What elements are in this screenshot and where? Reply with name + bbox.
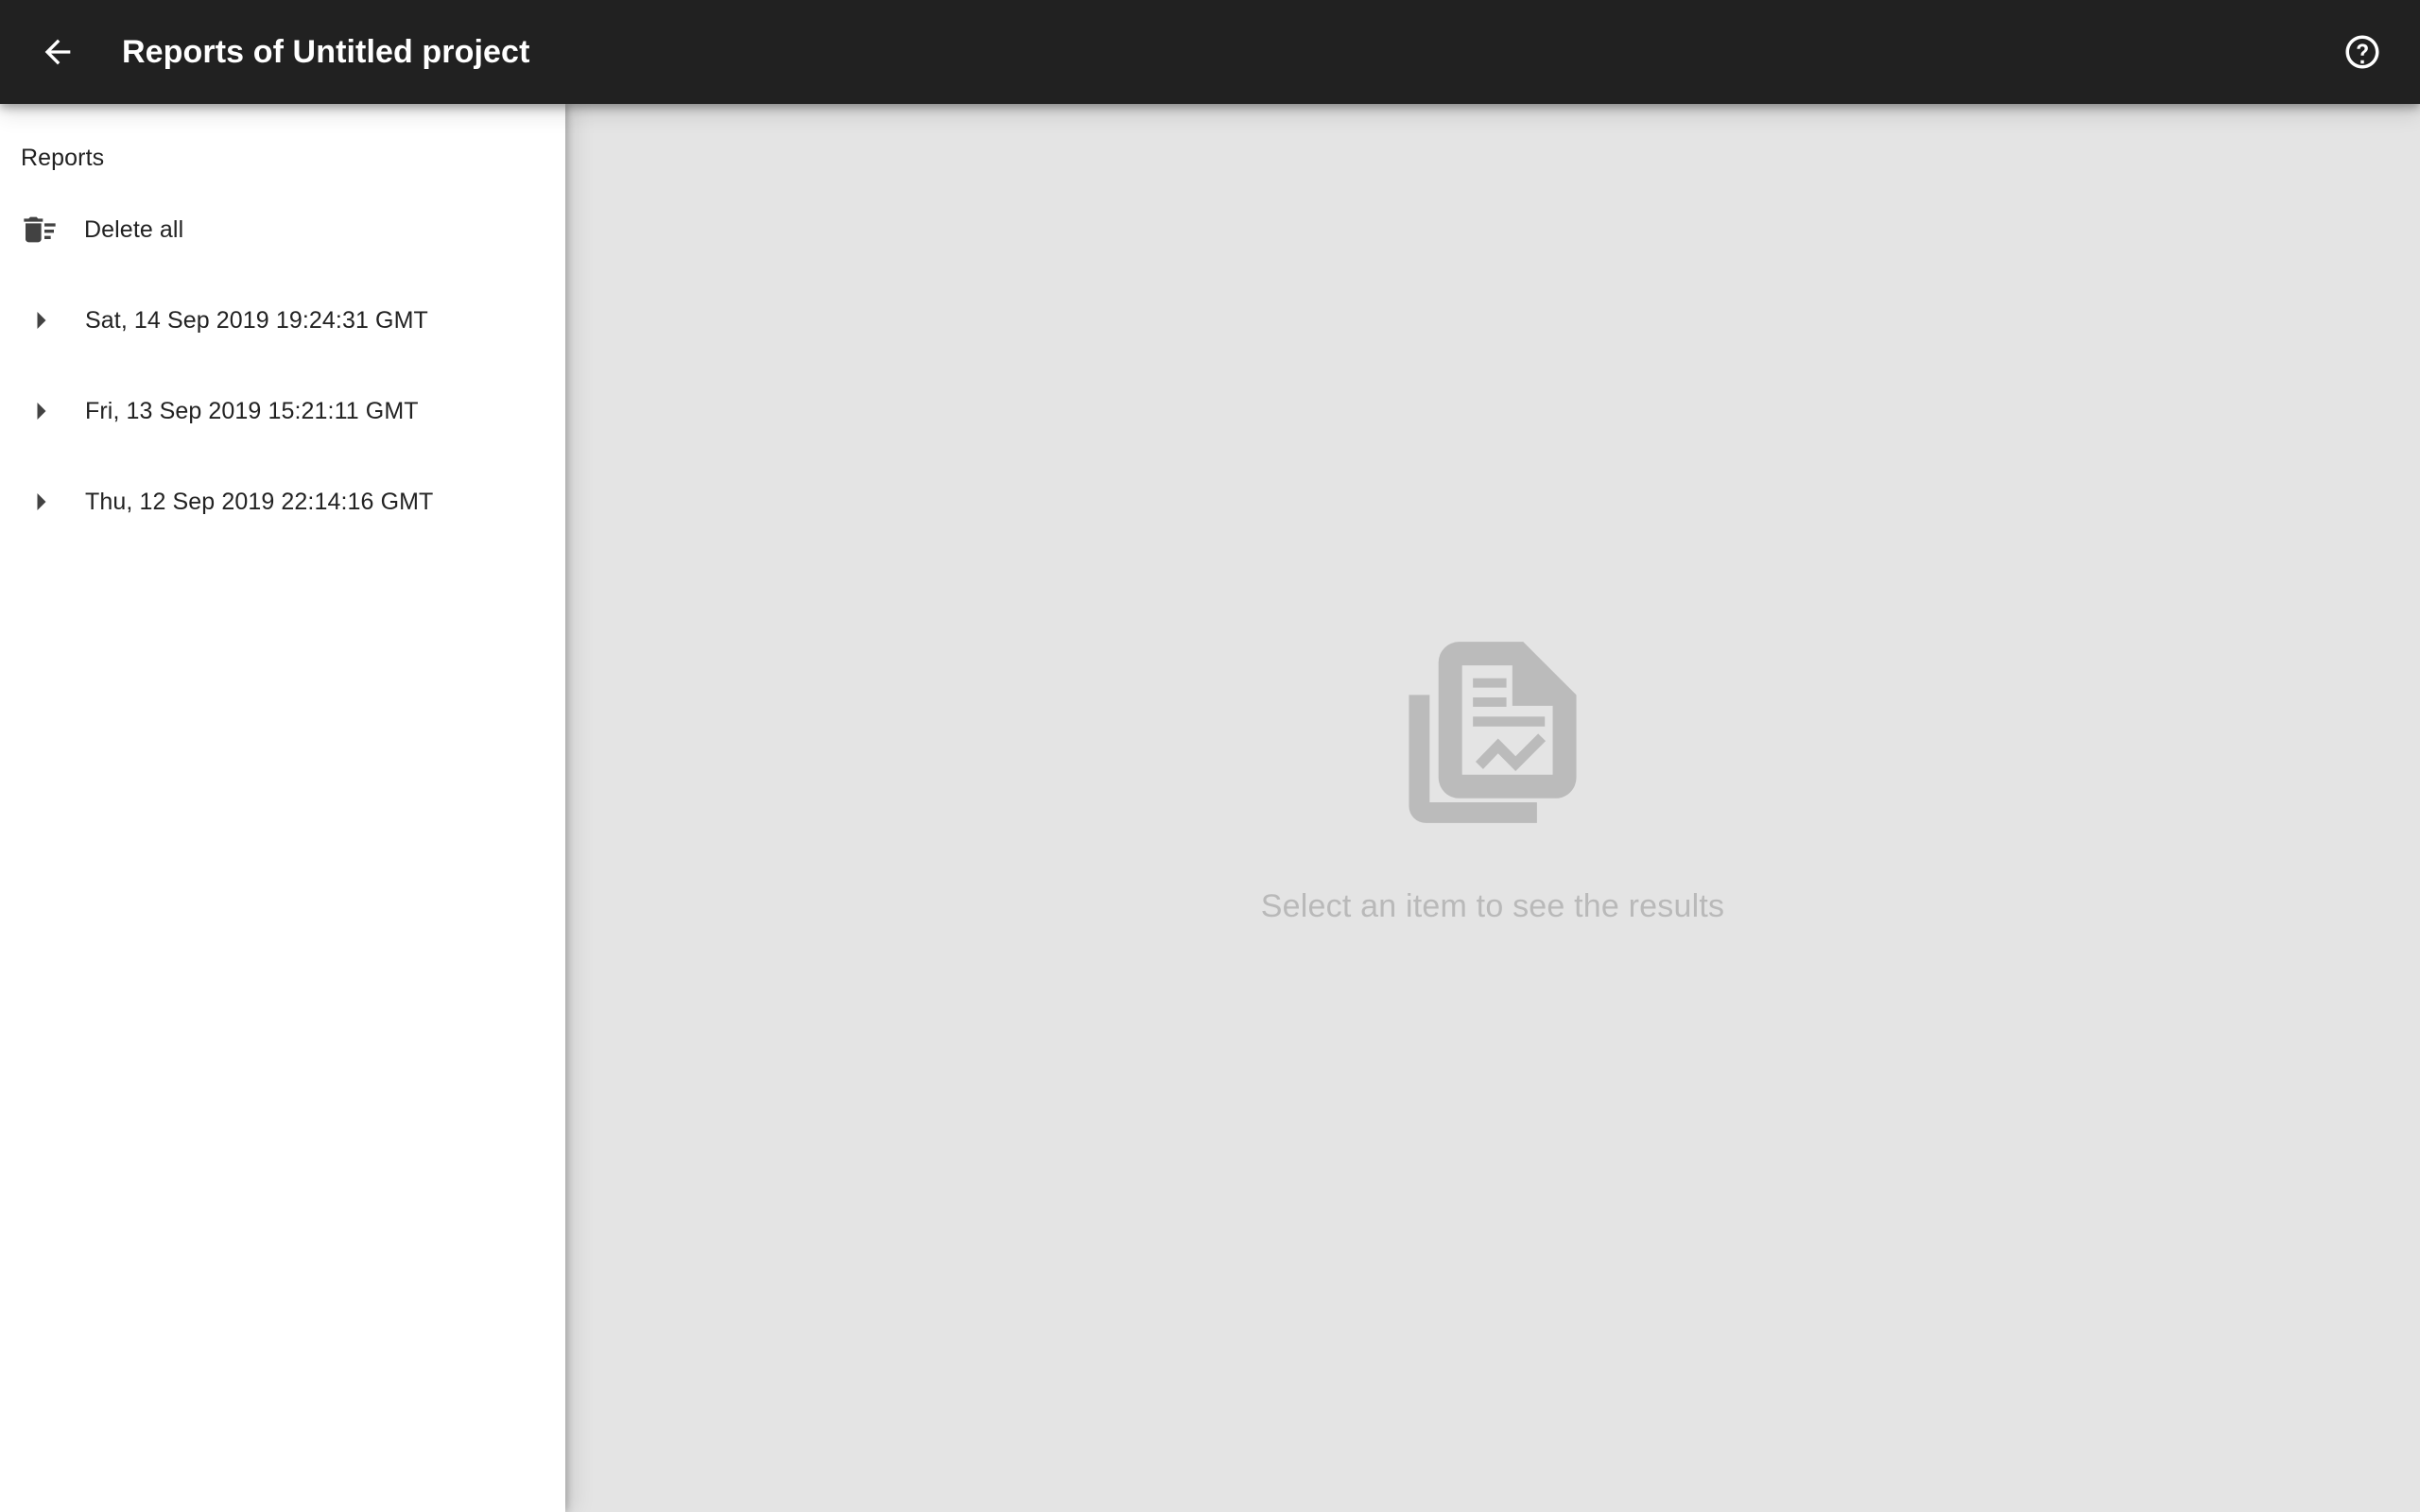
document-report-stack-icon	[1374, 614, 1611, 850]
delete-all-button[interactable]: Delete all	[0, 202, 565, 257]
page-title: Reports of Untitled project	[122, 34, 530, 70]
content-body: Reports Delete all Sat, 14 Sep 2019 19:2…	[0, 104, 2420, 1512]
toolbar-left-group: Reports of Untitled project	[21, 15, 2325, 89]
empty-state-message: Select an item to see the results	[1260, 888, 1725, 924]
arrow-back-icon	[39, 33, 77, 71]
report-detail-pane: Select an item to see the results	[565, 104, 2420, 1512]
help-circle-icon	[2342, 32, 2382, 72]
report-item-0[interactable]: Sat, 14 Sep 2019 19:24:31 GMT	[0, 293, 565, 348]
back-button[interactable]	[21, 15, 95, 89]
delete-all-label: Delete all	[84, 215, 184, 243]
caret-right-icon[interactable]	[21, 312, 62, 329]
report-item-label: Fri, 13 Sep 2019 15:21:11 GMT	[85, 397, 419, 424]
report-item-label: Sat, 14 Sep 2019 19:24:31 GMT	[85, 306, 428, 334]
report-item-2[interactable]: Thu, 12 Sep 2019 22:14:16 GMT	[0, 474, 565, 529]
report-item-label: Thu, 12 Sep 2019 22:14:16 GMT	[85, 488, 434, 515]
delete-sweep-icon	[21, 211, 62, 249]
reports-list: Delete all Sat, 14 Sep 2019 19:24:31 GMT	[0, 202, 565, 529]
app-root: Reports of Untitled project Reports Dele…	[0, 0, 2420, 1512]
reports-sidebar: Reports Delete all Sat, 14 Sep 2019 19:2…	[0, 104, 565, 1512]
sidebar-heading: Reports	[21, 145, 105, 171]
caret-right-icon[interactable]	[21, 403, 62, 420]
empty-state: Select an item to see the results	[1261, 614, 1724, 922]
toolbar-right-group	[2325, 15, 2399, 89]
report-item-1[interactable]: Fri, 13 Sep 2019 15:21:11 GMT	[0, 384, 565, 438]
help-button[interactable]	[2325, 15, 2399, 89]
app-toolbar: Reports of Untitled project	[0, 0, 2420, 104]
caret-right-icon[interactable]	[21, 493, 62, 510]
